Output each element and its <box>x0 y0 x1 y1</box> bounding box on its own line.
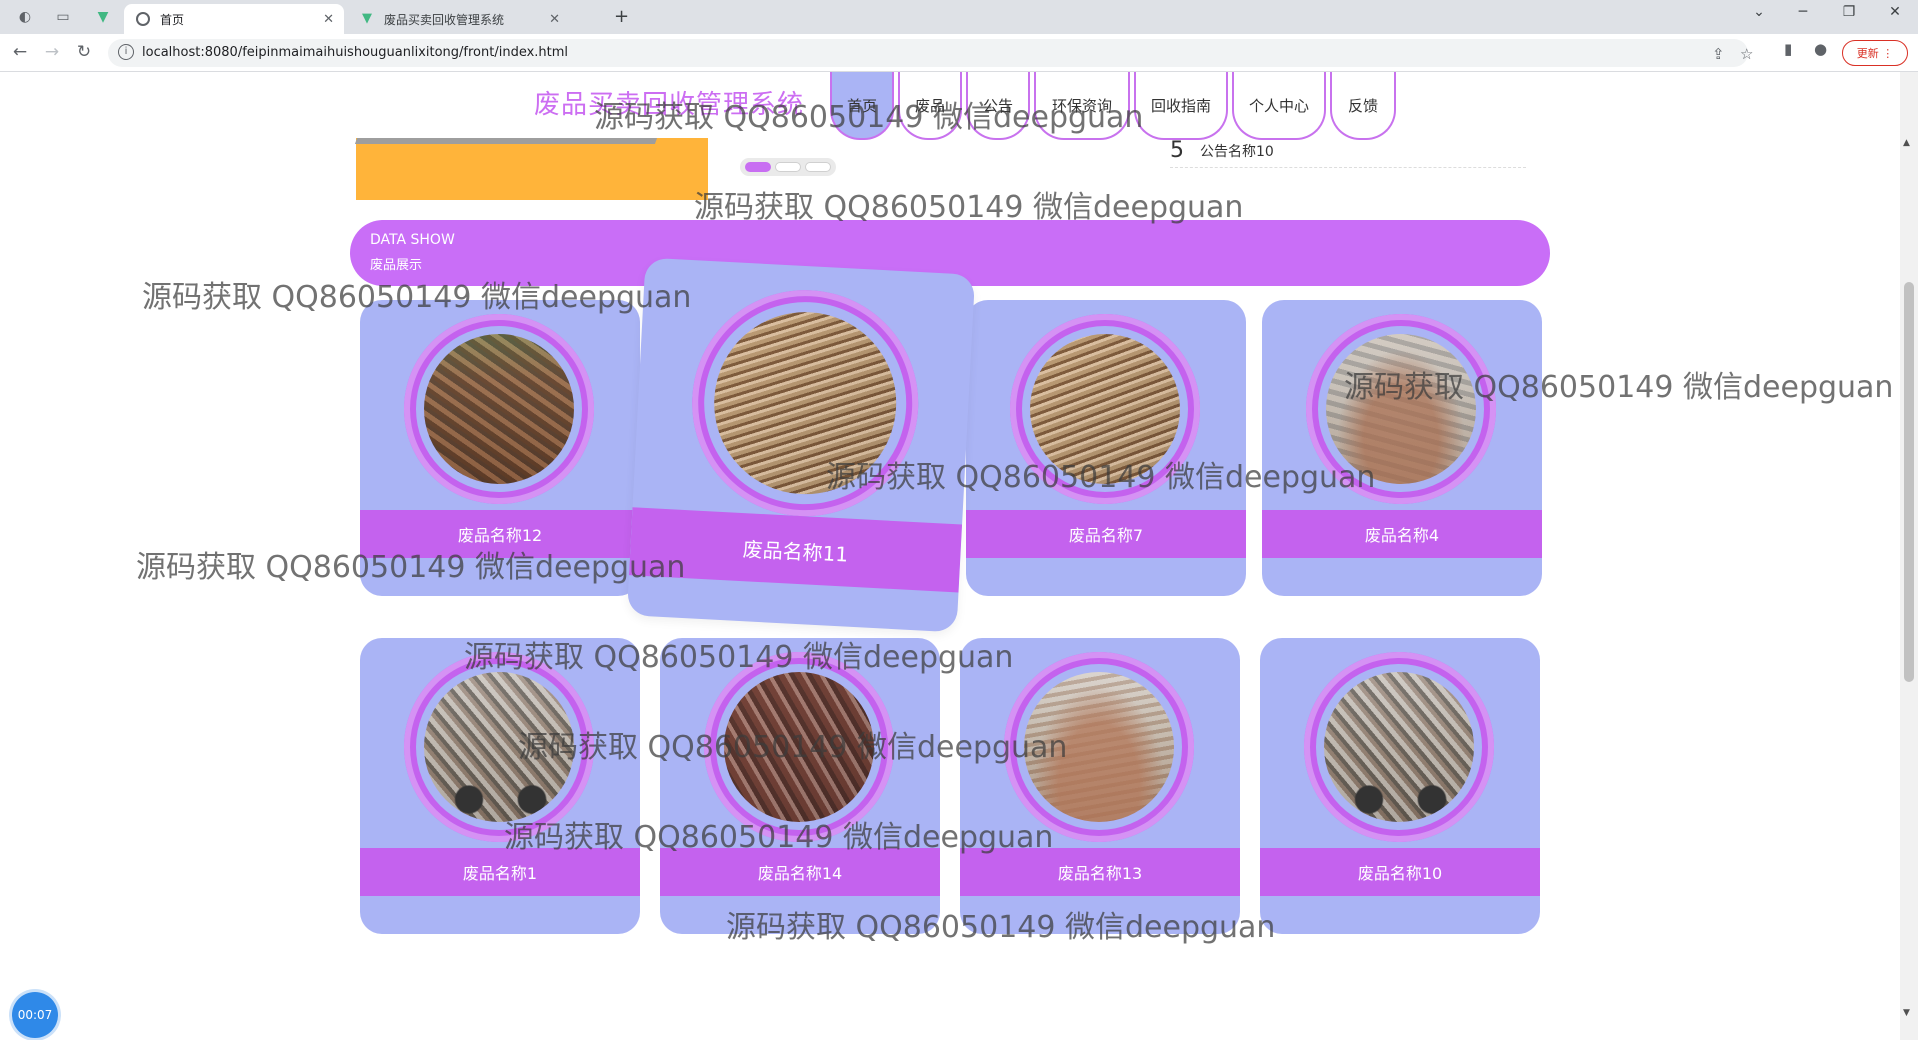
product-image <box>1024 672 1174 822</box>
product-image-ring <box>1306 314 1496 504</box>
browser-tab-bar: ◐ ▭ ▼ 首页 ✕ ▼ 废品买卖回收管理系统 ✕ + ⌄ ─ ❐ ✕ <box>0 0 1918 34</box>
new-tab-button[interactable]: + <box>614 6 629 27</box>
tab-search-icon[interactable]: ⌄ <box>1736 4 1782 20</box>
product-card[interactable]: 废品名称1 <box>360 638 640 934</box>
product-name: 废品名称10 <box>1260 848 1540 896</box>
forward-icon[interactable]: → <box>40 42 64 62</box>
product-card[interactable]: 废品名称14 <box>660 638 940 934</box>
url-text[interactable]: localhost:8080/feipinmaimaihuishouguanli… <box>142 45 568 60</box>
tab-home[interactable]: 首页 ✕ <box>124 4 344 34</box>
tab-title: 首页 <box>160 12 185 27</box>
product-card[interactable]: 废品名称7 <box>966 300 1246 596</box>
nav-eco-consult[interactable]: 环保资询 <box>1034 72 1130 140</box>
carousel-dot[interactable] <box>805 162 831 172</box>
vue-icon: ▼ <box>362 11 372 26</box>
carousel-banner[interactable] <box>354 138 708 200</box>
recording-timer[interactable]: 00:07 <box>12 992 58 1038</box>
browser-toolbar: ← → ↻ i localhost:8080/feipinmaimaihuish… <box>0 34 1918 72</box>
bookmark-star-icon[interactable]: ☆ <box>1740 45 1753 63</box>
product-image <box>724 672 874 822</box>
close-icon[interactable]: ✕ <box>323 12 334 27</box>
product-image-ring <box>686 284 924 522</box>
page-scrollbar[interactable]: ▲ ▼ <box>1900 72 1918 1040</box>
product-name: 废品名称7 <box>966 510 1246 558</box>
product-card[interactable]: 废品名称13 <box>960 638 1240 934</box>
nav-notice[interactable]: 公告 <box>966 72 1030 140</box>
carousel-dot[interactable] <box>745 162 771 172</box>
vue-tab-icon[interactable]: ▼ <box>92 6 114 28</box>
section-title-en: DATA SHOW <box>370 232 455 248</box>
product-image-ring <box>704 652 894 842</box>
nav-feedback[interactable]: 反馈 <box>1330 72 1396 140</box>
side-panel-icon[interactable]: ▮ <box>1784 40 1792 58</box>
minimize-icon[interactable]: ─ <box>1780 4 1826 20</box>
section-title-zh: 废品展示 <box>370 258 423 273</box>
pinned-tab-page-icon[interactable]: ▭ <box>52 6 74 28</box>
restore-icon[interactable]: ❐ <box>1826 4 1872 20</box>
page-viewport: 5 公告名称10 废品买卖回收管理系统 首页 废品 公告 环保资询 回收指南 个… <box>0 72 1900 1040</box>
share-icon[interactable]: ⇪ <box>1712 45 1725 63</box>
address-bar[interactable]: i localhost:8080/feipinmaimaihuishouguan… <box>108 39 1753 67</box>
update-button[interactable]: 更新 ⋮ <box>1842 40 1908 66</box>
carousel-indicator <box>740 158 836 176</box>
product-name: 废品名称12 <box>360 510 640 558</box>
product-image <box>1030 334 1180 484</box>
product-card[interactable]: 废品名称12 <box>360 300 640 596</box>
product-name: 废品名称13 <box>960 848 1240 896</box>
notice-number: 5 <box>1170 138 1184 163</box>
product-card[interactable]: 废品名称10 <box>1260 638 1540 934</box>
info-icon[interactable]: i <box>118 44 134 60</box>
scroll-thumb[interactable] <box>1904 282 1914 682</box>
product-image <box>1326 334 1476 484</box>
notice-title[interactable]: 公告名称10 <box>1200 141 1274 161</box>
scroll-down-icon[interactable]: ▼ <box>1903 1008 1910 1018</box>
scroll-up-icon[interactable]: ▲ <box>1903 138 1910 148</box>
product-image-ring <box>1304 652 1494 842</box>
globe-icon <box>136 12 150 26</box>
product-image-ring <box>404 652 594 842</box>
nav-waste[interactable]: 废品 <box>898 72 962 140</box>
product-image <box>424 672 574 822</box>
tab-title: 废品买卖回收管理系统 <box>384 12 505 27</box>
pinned-tab-icon[interactable]: ◐ <box>14 6 36 28</box>
product-card-hovered[interactable]: 废品名称11 <box>626 257 976 633</box>
nav-user-center[interactable]: 个人中心 <box>1232 72 1326 140</box>
carousel-dot[interactable] <box>775 162 801 172</box>
product-name: 废品名称14 <box>660 848 940 896</box>
product-image <box>424 334 574 484</box>
notice-item[interactable]: 5 公告名称10 <box>1170 134 1526 168</box>
product-name: 废品名称11 <box>628 507 963 593</box>
profile-icon[interactable]: ● <box>1814 40 1827 58</box>
update-label: 更新 <box>1856 47 1879 60</box>
nav-recycle-guide[interactable]: 回收指南 <box>1134 72 1228 140</box>
close-icon[interactable]: ✕ <box>549 12 560 27</box>
product-image-ring <box>1010 314 1200 504</box>
close-window-icon[interactable]: ✕ <box>1872 4 1918 20</box>
product-image-ring <box>404 314 594 504</box>
site-title: 废品买卖回收管理系统 <box>534 90 805 120</box>
reload-icon[interactable]: ↻ <box>72 42 96 62</box>
tab-system[interactable]: ▼ 废品买卖回收管理系统 ✕ <box>350 4 570 34</box>
product-name: 废品名称4 <box>1262 510 1542 558</box>
nav-home[interactable]: 首页 <box>830 72 894 140</box>
product-name: 废品名称1 <box>360 848 640 896</box>
product-image-ring <box>1004 652 1194 842</box>
product-card[interactable]: 废品名称4 <box>1262 300 1542 596</box>
back-icon[interactable]: ← <box>8 42 32 62</box>
product-image <box>1324 672 1474 822</box>
